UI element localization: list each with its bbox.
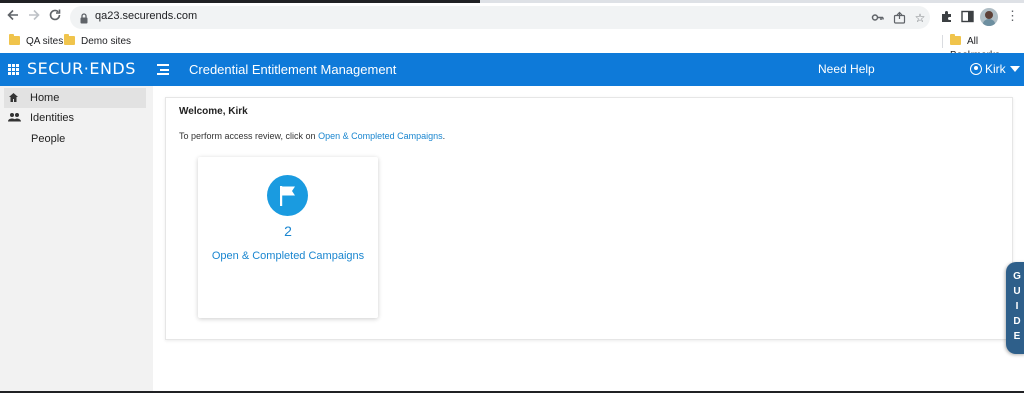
people-icon xyxy=(8,112,21,124)
bookmark-demo-sites[interactable]: Demo sites xyxy=(64,34,131,49)
instruction-text: To perform access review, click on Open … xyxy=(179,131,446,141)
extensions-icon[interactable] xyxy=(939,10,953,24)
menu-toggle-icon[interactable] xyxy=(157,64,169,75)
main-content: Welcome, Kirk To perform access review, … xyxy=(153,86,1024,393)
star-icon[interactable]: ☆ xyxy=(913,11,927,25)
home-icon xyxy=(8,92,20,104)
welcome-panel: Welcome, Kirk To perform access review, … xyxy=(165,97,1013,340)
app-title: Credential Entitlement Management xyxy=(189,62,397,77)
profile-avatar[interactable] xyxy=(980,8,998,26)
folder-icon xyxy=(950,34,961,45)
campaign-card-label[interactable]: Open & Completed Campaigns xyxy=(198,250,378,262)
back-icon[interactable] xyxy=(4,8,22,26)
address-bar[interactable]: qa23.securends.com ☆ xyxy=(70,6,930,29)
window-edge xyxy=(0,0,1024,3)
welcome-heading: Welcome, Kirk xyxy=(179,106,248,117)
reload-icon[interactable] xyxy=(46,8,64,26)
open-campaigns-link[interactable]: Open & Completed Campaigns xyxy=(318,131,443,141)
browser-chrome: qa23.securends.com ☆ ⋮ QA sites Demo sit… xyxy=(0,0,1024,61)
securends-logo[interactable]: SECUR·ENDS xyxy=(27,59,136,78)
share-icon[interactable] xyxy=(892,11,906,25)
bookmark-separator xyxy=(942,35,943,48)
flag-icon xyxy=(267,175,308,216)
guide-tab[interactable]: G U I D E xyxy=(1006,262,1024,354)
folder-icon xyxy=(9,34,20,45)
bookmark-qa-sites[interactable]: QA sites xyxy=(9,34,63,49)
forward-icon[interactable] xyxy=(25,8,43,26)
apps-grid-icon[interactable] xyxy=(8,64,19,75)
sidebar-item-people[interactable]: People xyxy=(4,129,146,149)
campaign-count: 2 xyxy=(284,223,292,239)
key-icon[interactable] xyxy=(870,11,884,25)
side-panel-icon[interactable] xyxy=(960,10,974,24)
sidebar-item-identities[interactable]: Identities xyxy=(4,108,146,128)
folder-icon xyxy=(64,34,75,45)
sidebar-item-home[interactable]: Home xyxy=(4,88,146,108)
sidebar: Home Identities People xyxy=(0,86,153,393)
user-menu[interactable]: Kirk xyxy=(970,62,1020,76)
campaigns-card[interactable]: 2 Open & Completed Campaigns xyxy=(198,157,378,318)
all-bookmarks[interactable]: All Bookmarks xyxy=(950,34,1024,61)
user-circle-icon xyxy=(970,63,982,75)
caret-down-icon xyxy=(1009,66,1020,72)
app-header: SECUR·ENDS Credential Entitlement Manage… xyxy=(0,53,1024,86)
lock-icon xyxy=(80,11,88,24)
user-name: Kirk xyxy=(985,62,1006,76)
url-text: qa23.securends.com xyxy=(95,10,198,22)
need-help-link[interactable]: Need Help xyxy=(818,62,875,76)
more-menu-icon[interactable]: ⋮ xyxy=(1006,9,1019,23)
